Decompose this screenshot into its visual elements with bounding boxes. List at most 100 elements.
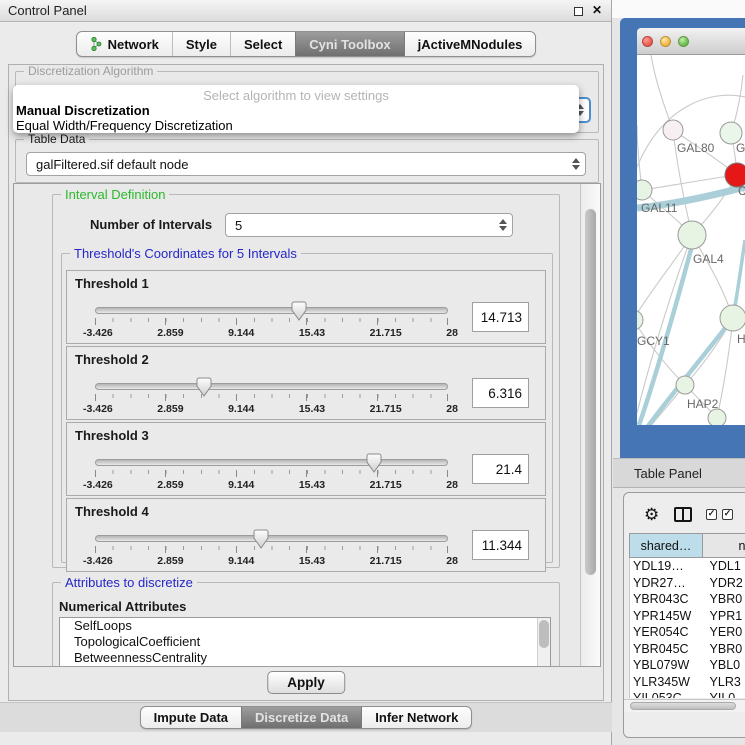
list-scrollbar[interactable] — [537, 618, 550, 667]
group-title: Discretization Algorithm — [24, 65, 157, 78]
stepper-icon[interactable] — [494, 219, 512, 231]
tab-style[interactable]: Style — [172, 32, 230, 56]
scrollbar-thumb[interactable] — [539, 620, 549, 648]
tab-label: Style — [186, 37, 217, 52]
column-header-name[interactable]: na — [703, 533, 745, 558]
cell[interactable]: YBR043C — [630, 591, 704, 608]
tab-select[interactable]: Select — [230, 32, 295, 56]
gear-icon[interactable]: ⚙ — [644, 506, 659, 523]
network-window-titlebar[interactable] — [637, 28, 745, 55]
list-item[interactable]: BetweennessCentrality — [60, 650, 550, 666]
node-gal4[interactable] — [678, 221, 706, 249]
tick-label: 21.715 — [370, 555, 402, 567]
dropdown-option-equal-width[interactable]: Equal Width/Frequency Discretization — [13, 118, 579, 133]
cell[interactable]: YBR045C — [630, 641, 704, 658]
tick-label: 21.715 — [370, 403, 402, 415]
close-icon[interactable]: ✕ — [592, 3, 602, 17]
table-row[interactable]: YPR145WYPR1 — [630, 608, 745, 625]
table-row[interactable]: YBL079WYBL0 — [630, 657, 745, 674]
threshold-2-panel: Threshold 2 -3.4262.8599.14415.4321.7152… — [66, 346, 546, 420]
table-row[interactable]: YLR345WYLR3 — [630, 674, 745, 691]
threshold-2-slider[interactable]: -3.4262.8599.14415.4321.71528 — [95, 379, 448, 419]
cell[interactable]: YBL0 — [704, 657, 745, 674]
cell[interactable]: YBR0 — [704, 591, 745, 608]
list-item[interactable]: SelfLoops — [60, 618, 550, 634]
threshold-4-value-input[interactable] — [472, 530, 529, 560]
tab-infer-network[interactable]: Infer Network — [361, 707, 471, 728]
table-horizontal-scrollbar[interactable] — [624, 699, 745, 712]
minimize-traffic-light[interactable] — [660, 36, 671, 47]
checkbox-icon[interactable] — [722, 509, 733, 520]
list-item[interactable]: TopologicalCoefficient — [60, 634, 550, 650]
close-traffic-light[interactable] — [642, 36, 653, 47]
cell[interactable]: YLR345W — [630, 674, 704, 691]
table-row[interactable]: YBR045CYBR0 — [630, 641, 745, 658]
node-label: GAL80 — [677, 141, 715, 155]
cell[interactable]: YLR3 — [704, 674, 745, 691]
threshold-1-value-input[interactable] — [472, 302, 529, 332]
slider-track[interactable] — [95, 459, 448, 466]
cell[interactable]: YIL0 — [704, 690, 745, 698]
node-gal80[interactable] — [663, 120, 683, 140]
node-gcy1[interactable] — [637, 310, 643, 330]
cell[interactable]: YDL1 — [704, 558, 745, 575]
table-row[interactable]: YDR27…YDR2 — [630, 575, 745, 592]
threshold-3-value-input[interactable] — [472, 454, 529, 484]
slider-track[interactable] — [95, 535, 448, 542]
slider-track[interactable] — [95, 383, 448, 390]
tab-label: Impute Data — [154, 710, 228, 725]
network-canvas[interactable]: GAL80 G C GAL11 GAL4 GCY1 H HAP2 — [637, 55, 745, 425]
checkbox-icon[interactable] — [706, 509, 717, 520]
zoom-traffic-light[interactable] — [678, 36, 689, 47]
cyni-content: Discretization Algorithm Select algorith… — [8, 64, 604, 701]
table-row[interactable]: YIL053CYIL0 — [630, 690, 745, 698]
cell[interactable]: YBR0 — [704, 641, 745, 658]
column-header-shared-name[interactable]: shared… — [629, 533, 703, 558]
float-window-icon[interactable] — [574, 7, 583, 16]
threshold-1-slider[interactable]: -3.4262.8599.14415.4321.71528 — [95, 303, 448, 343]
table-row[interactable]: YDL19…YDL1 — [630, 558, 745, 575]
network-view-window[interactable]: GAL80 G C GAL11 GAL4 GCY1 H HAP2 — [620, 18, 745, 458]
node-label: G — [736, 141, 745, 155]
interval-definition-group: Interval Definition Number of Intervals … — [52, 194, 560, 568]
cell[interactable]: YIL053C — [630, 690, 704, 698]
cell[interactable]: YPR1 — [704, 608, 745, 625]
threshold-2-value-input[interactable] — [472, 378, 529, 408]
cell[interactable]: YDR2 — [704, 575, 745, 592]
node-gal11[interactable] — [637, 180, 652, 200]
threshold-3-slider[interactable]: -3.4262.8599.14415.4321.71528 — [95, 455, 448, 495]
node-h[interactable] — [720, 305, 745, 331]
dropdown-option-manual[interactable]: Manual Discretization — [13, 103, 579, 118]
cell[interactable]: YBL079W — [630, 657, 704, 674]
slider-track[interactable] — [95, 307, 448, 314]
table-row[interactable]: YBR043CYBR0 — [630, 591, 745, 608]
tab-impute-data[interactable]: Impute Data — [141, 707, 241, 728]
table-row[interactable]: YER054CYER0 — [630, 624, 745, 641]
node-hap2[interactable] — [676, 376, 694, 394]
scrollbar-thumb[interactable] — [630, 702, 736, 710]
algorithm-dropdown-popup: Select algorithm to view settings Manual… — [13, 85, 579, 133]
apply-button[interactable]: Apply — [267, 671, 345, 694]
tick-label: 28 — [446, 555, 458, 567]
number-of-intervals-combo[interactable]: 5 — [225, 213, 513, 237]
threshold-4-slider[interactable]: -3.4262.8599.14415.4321.71528 — [95, 531, 448, 571]
cell[interactable]: YDL19… — [630, 558, 704, 575]
cell[interactable]: YPR145W — [630, 608, 704, 625]
table-data-combo[interactable]: galFiltered.sif default node — [26, 152, 586, 176]
tab-cyni-toolbox[interactable]: Cyni Toolbox — [295, 32, 403, 56]
tick-label: -3.426 — [83, 403, 113, 415]
node[interactable] — [708, 409, 726, 425]
stepper-icon[interactable] — [567, 158, 585, 170]
tab-jactivemnodules[interactable]: jActiveMNodules — [404, 32, 536, 56]
cell[interactable]: YDR27… — [630, 575, 704, 592]
tick-label: 9.144 — [228, 403, 254, 415]
tab-network[interactable]: Network — [77, 32, 172, 56]
control-panel: Control Panel ✕ Network Style Select Cyn… — [0, 0, 612, 745]
tab-discretize-data[interactable]: Discretize Data — [241, 707, 361, 728]
column-layout-icon[interactable] — [674, 507, 692, 522]
settings-scrollbar[interactable] — [580, 184, 600, 666]
scrollbar-thumb[interactable] — [585, 209, 596, 575]
cell[interactable]: YER0 — [704, 624, 745, 641]
threshold-label: Threshold 1 — [75, 276, 149, 291]
cell[interactable]: YER054C — [630, 624, 704, 641]
